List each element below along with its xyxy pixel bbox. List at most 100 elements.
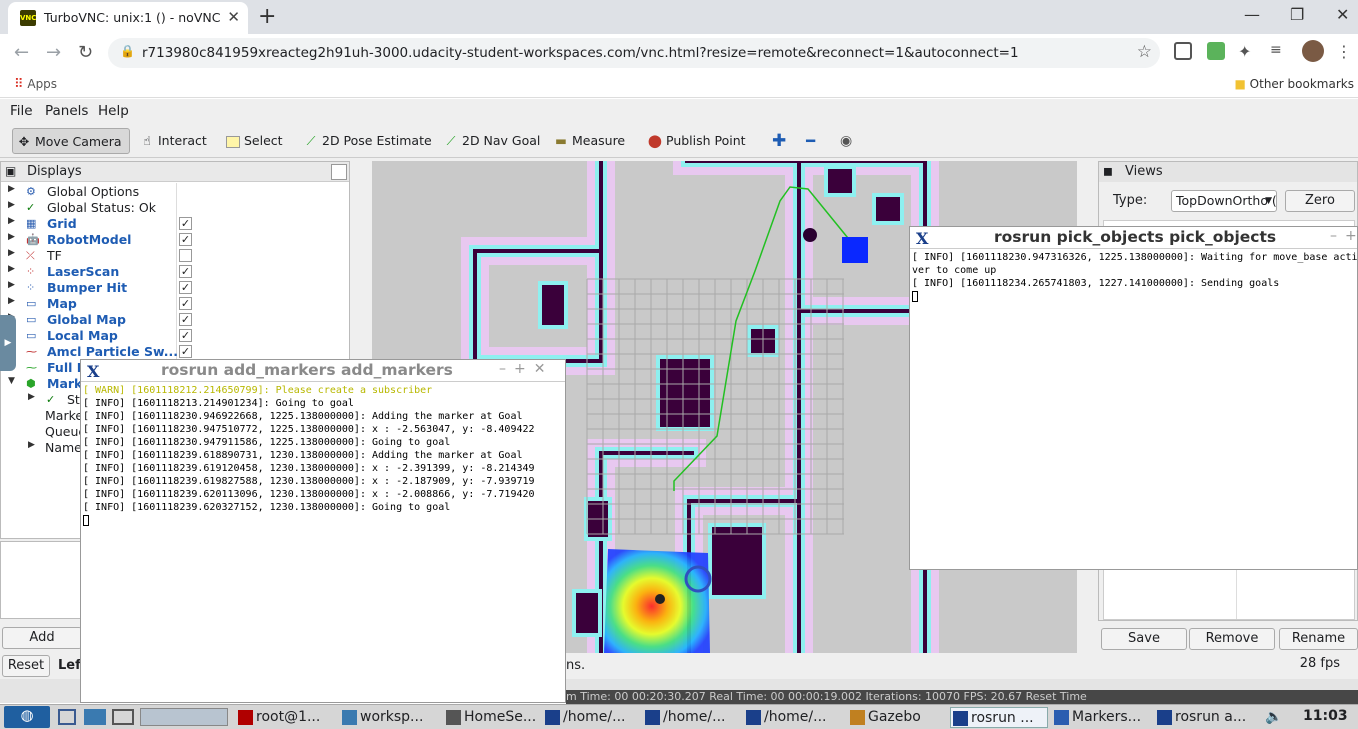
add-display-button[interactable]: Add bbox=[2, 627, 82, 649]
reload-icon[interactable]: ↻ bbox=[78, 42, 93, 63]
side-handle[interactable]: ▶ bbox=[0, 315, 16, 371]
network-icon[interactable] bbox=[84, 709, 106, 725]
interact-tool[interactable]: ☝ Interact bbox=[136, 128, 207, 154]
taskbar-item[interactable]: Markers... bbox=[1052, 707, 1152, 728]
bookmark-star-icon[interactable]: ☆ bbox=[1137, 42, 1152, 62]
taskbar-item[interactable]: /home/... bbox=[543, 707, 639, 728]
terminal-output[interactable]: [ WARN] [1601118212.214650799]: Please c… bbox=[83, 384, 535, 527]
window-close-icon[interactable]: ✕ bbox=[1336, 5, 1349, 24]
display-row[interactable]: ▶ ✓ Global Status: Ok bbox=[1, 200, 349, 216]
chevron-right-icon[interactable]: ▶ bbox=[8, 184, 15, 194]
display-enable-checkbox[interactable]: ✓ bbox=[179, 329, 192, 342]
volume-icon[interactable]: 🔈 bbox=[1265, 709, 1282, 725]
display-enable-checkbox[interactable]: ✓ bbox=[179, 345, 192, 358]
chevron-right-icon[interactable]: ▶ bbox=[8, 232, 15, 242]
display-enable-checkbox[interactable]: ✓ bbox=[179, 313, 192, 326]
chevron-right-icon[interactable]: ▶ bbox=[28, 440, 35, 450]
close-tab-icon[interactable]: ✕ bbox=[227, 8, 240, 26]
puzzle-icon[interactable]: ✦ bbox=[1238, 42, 1256, 61]
display-row[interactable]: ▶ ▭ Map ✓ bbox=[1, 296, 349, 312]
display-label: RobotModel bbox=[47, 232, 132, 247]
forward-icon[interactable]: → bbox=[46, 42, 61, 63]
media-icon[interactable]: ≡ bbox=[1270, 42, 1288, 60]
display-enable-checkbox[interactable]: ✓ bbox=[179, 281, 192, 294]
terminal-titlebar[interactable]: X rosrun add_markers add_markers –+✕ bbox=[81, 360, 565, 382]
pick-objects-terminal[interactable]: X rosrun pick_objects pick_objects –+ [ … bbox=[909, 226, 1358, 570]
display-row[interactable]: ▶ ⤫ TF bbox=[1, 248, 349, 264]
taskbar-item[interactable]: Gazebo bbox=[848, 707, 946, 728]
add-tool-icon[interactable]: ✚ bbox=[768, 128, 786, 154]
reset-button[interactable]: Reset bbox=[2, 655, 50, 677]
display-row[interactable]: ▶▭Local Map✓ bbox=[1, 328, 349, 344]
chevron-right-icon[interactable]: ▶ bbox=[28, 392, 35, 402]
menu-panels[interactable]: Panels bbox=[45, 103, 88, 119]
start-menu-icon[interactable]: ◍ bbox=[4, 706, 50, 728]
lock-icon: 🔒 bbox=[120, 44, 135, 58]
chevron-right-icon[interactable]: ▶ bbox=[8, 280, 15, 290]
display-row[interactable]: ▶▭Global Map✓ bbox=[1, 312, 349, 328]
show-desktop-icon[interactable] bbox=[58, 709, 76, 725]
display-enable-checkbox[interactable]: ✓ bbox=[179, 265, 192, 278]
workspace-pager[interactable] bbox=[140, 708, 228, 726]
other-bookmarks[interactable]: ■ Other bookmarks bbox=[1235, 77, 1355, 91]
new-tab-button[interactable]: + bbox=[258, 4, 276, 29]
eye-icon[interactable]: ◉ bbox=[836, 128, 852, 154]
window-controls[interactable]: –+ bbox=[1330, 228, 1358, 244]
display-enable-checkbox[interactable] bbox=[179, 249, 192, 262]
terminal-output[interactable]: [ INFO] [1601118230.947316326, 1225.1380… bbox=[912, 251, 1358, 303]
menu-file[interactable]: File bbox=[10, 103, 33, 119]
chevron-right-icon[interactable]: ▶ bbox=[8, 216, 15, 226]
avatar[interactable] bbox=[1302, 40, 1324, 62]
save-view-button[interactable]: Save bbox=[1101, 628, 1187, 650]
remove-view-button[interactable]: Remove bbox=[1189, 628, 1275, 650]
taskbar-item[interactable]: /home/... bbox=[744, 707, 844, 728]
chevron-right-icon[interactable]: ▶ bbox=[8, 296, 15, 306]
displays-header: ▣ Displays bbox=[1, 162, 349, 182]
publish-point-tool[interactable]: ⬤ Publish Point bbox=[644, 128, 746, 154]
zero-button[interactable]: Zero bbox=[1285, 190, 1355, 212]
app-icon bbox=[850, 710, 865, 725]
back-icon[interactable]: ← bbox=[14, 42, 29, 63]
taskbar-item[interactable]: HomeSe... bbox=[444, 707, 540, 728]
pose-estimate-tool[interactable]: ⟋ 2D Pose Estimate bbox=[300, 128, 432, 154]
menu-help[interactable]: Help bbox=[98, 103, 129, 119]
add-markers-terminal[interactable]: X rosrun add_markers add_markers –+✕ [ W… bbox=[80, 359, 566, 703]
display-enable-checkbox[interactable]: ✓ bbox=[179, 297, 192, 310]
display-row[interactable]: ▶ ⁘ LaserScan ✓ bbox=[1, 264, 349, 280]
nav-goal-tool[interactable]: ⟋ 2D Nav Goal bbox=[440, 128, 541, 154]
display-row[interactable]: ▶⁓Amcl Particle Sw...✓ bbox=[1, 344, 349, 360]
minimize-icon[interactable]: — bbox=[1244, 5, 1260, 24]
display-row[interactable]: ▶ ▦ Grid ✓ bbox=[1, 216, 349, 232]
select-tool[interactable]: Select bbox=[222, 128, 283, 154]
window-controls[interactable]: –+✕ bbox=[499, 361, 553, 377]
extension-icon[interactable] bbox=[1174, 42, 1192, 60]
chevron-right-icon[interactable]: ▶ bbox=[8, 248, 15, 258]
display-enable-checkbox[interactable]: ✓ bbox=[179, 233, 192, 246]
chevron-right-icon[interactable]: ▶ bbox=[8, 264, 15, 274]
taskbar-item[interactable]: worksp... bbox=[340, 707, 440, 728]
taskbar-item[interactable]: root@1... bbox=[236, 707, 336, 728]
measure-tool[interactable]: ▬ Measure bbox=[550, 128, 625, 154]
address-bar[interactable]: 🔒 r713980c841959xreacteg2h91uh-3000.udac… bbox=[108, 38, 1160, 68]
chevron-right-icon[interactable]: ▶ bbox=[8, 200, 15, 210]
terminal-launcher-icon[interactable] bbox=[112, 709, 134, 725]
display-row[interactable]: ▶ 🤖 RobotModel ✓ bbox=[1, 232, 349, 248]
menu-icon[interactable]: ⋮ bbox=[1336, 42, 1354, 61]
view-type-select[interactable]: TopDownOrtho (rv▼ bbox=[1171, 190, 1277, 212]
taskbar-item[interactable]: rosrun ... bbox=[950, 707, 1048, 728]
browser-tab[interactable]: VNC TurboVNC: unix:1 () - noVNC ✕ bbox=[8, 2, 248, 34]
move-camera-tool[interactable]: ✥ Move Camera bbox=[12, 128, 130, 154]
display-row[interactable]: ▶ ⚙ Global Options bbox=[1, 184, 349, 200]
rename-view-button[interactable]: Rename bbox=[1279, 628, 1358, 650]
restore-icon[interactable]: ❐ bbox=[1290, 5, 1304, 24]
display-row[interactable]: ▶ ⁘ Bumper Hit ✓ bbox=[1, 280, 349, 296]
panel-undock-button[interactable] bbox=[331, 164, 347, 180]
chevron-down-icon[interactable]: ▼ bbox=[8, 376, 15, 386]
remove-tool-icon[interactable]: ━ bbox=[802, 128, 815, 154]
apps-bookmark[interactable]: ⠿ Apps bbox=[14, 77, 57, 92]
display-enable-checkbox[interactable]: ✓ bbox=[179, 217, 192, 230]
extension-icon[interactable] bbox=[1207, 42, 1225, 60]
taskbar-item[interactable]: rosrun a... bbox=[1155, 707, 1251, 728]
terminal-titlebar[interactable]: X rosrun pick_objects pick_objects –+ bbox=[910, 227, 1357, 249]
taskbar-item[interactable]: /home/... bbox=[643, 707, 741, 728]
